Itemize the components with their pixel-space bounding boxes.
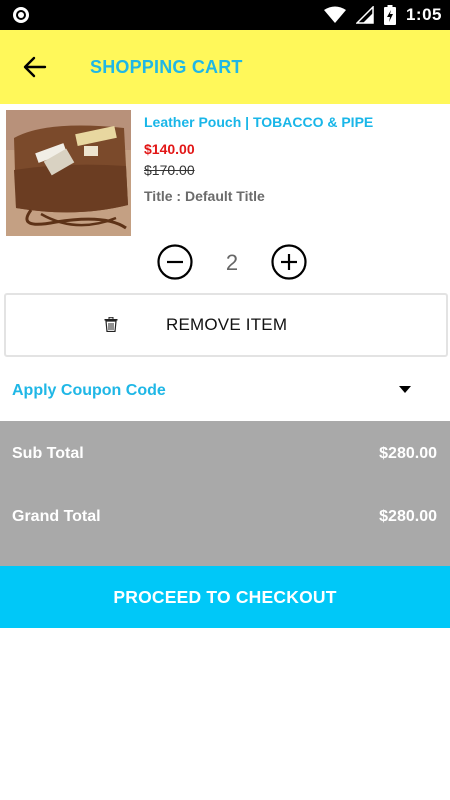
battery-charging-icon bbox=[383, 5, 396, 25]
product-price: $140.00 bbox=[144, 141, 195, 157]
arrow-left-icon[interactable] bbox=[22, 54, 48, 80]
cell-signal-icon bbox=[355, 6, 374, 24]
subtotal-value: $280.00 bbox=[379, 445, 437, 462]
coupon-label: Apply Coupon Code bbox=[12, 382, 166, 399]
remove-item-label: REMOVE ITEM bbox=[166, 315, 288, 334]
product-variant: Title : Default Title bbox=[144, 188, 265, 204]
product-name[interactable]: Leather Pouch | TOBACCO & PIPE bbox=[144, 114, 373, 130]
status-time: 1:05 bbox=[405, 5, 442, 24]
page-title: SHOPPING CART bbox=[90, 57, 243, 77]
caret-down-icon bbox=[399, 386, 411, 393]
status-icons: 1:05 bbox=[323, 5, 442, 25]
grand-total-label: Grand Total bbox=[12, 508, 101, 525]
order-totals: Sub Total $280.00 Grand Total $280.00 bbox=[0, 421, 450, 566]
subtotal-label: Sub Total bbox=[12, 445, 84, 462]
remove-item-button[interactable]: REMOVE ITEM bbox=[4, 293, 448, 357]
quantity-value: 2 bbox=[225, 250, 239, 275]
notification-icon bbox=[13, 7, 29, 23]
grand-total-value: $280.00 bbox=[379, 508, 437, 525]
product-compare-price: $170.00 bbox=[144, 162, 195, 178]
product-image[interactable] bbox=[6, 110, 131, 236]
coupon-dropdown[interactable]: Apply Coupon Code bbox=[0, 365, 450, 420]
plus-circle-icon[interactable] bbox=[271, 244, 307, 280]
wifi-icon bbox=[323, 6, 346, 23]
app-toolbar: SHOPPING CART bbox=[0, 30, 450, 104]
trash-icon bbox=[104, 317, 118, 332]
checkout-button[interactable]: PROCEED TO CHECKOUT bbox=[0, 566, 450, 628]
status-bar: 1:05 bbox=[0, 0, 450, 30]
minus-circle-icon[interactable] bbox=[157, 244, 193, 280]
